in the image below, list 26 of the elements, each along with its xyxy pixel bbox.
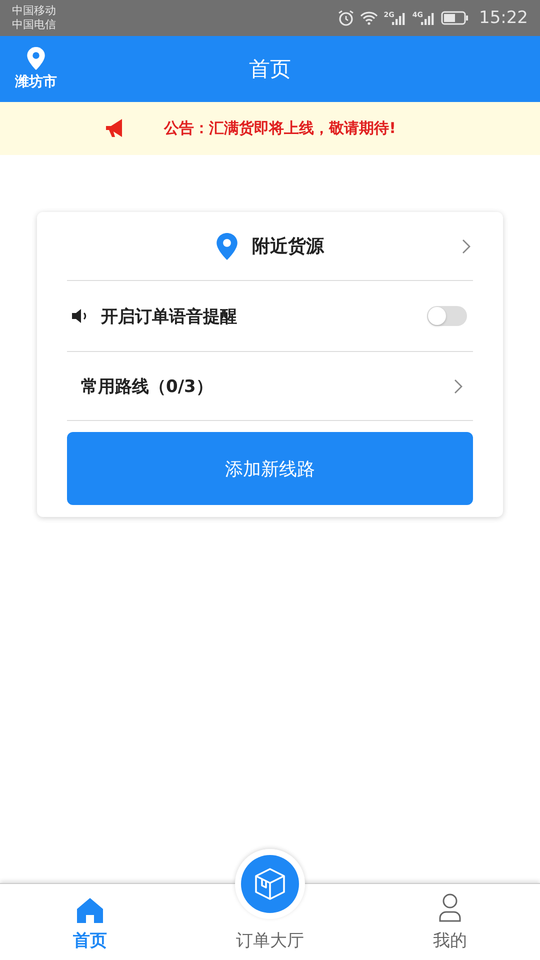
chevron-right-icon [462,238,471,254]
carrier-name: 中国电信 [12,18,56,32]
location-pin-icon [27,47,45,70]
toggle-switch[interactable] [427,306,467,326]
page-title: 首页 [249,57,291,81]
notice-text: 公告：汇满货即将上线，敬请期待! [164,119,396,138]
person-icon [438,893,462,923]
tab-item[interactable]: 首页 [0,884,180,960]
clock-time: 15:22 [479,8,528,28]
routes-link[interactable]: 常用路线（0/3） [67,374,213,398]
location-pin-icon [216,232,238,260]
box-icon[interactable] [235,849,305,919]
add-route-button[interactable]: 添加新线路 [67,432,473,505]
tab-item[interactable]: 我的 [360,884,540,960]
location-button[interactable]: 潍坊市 [0,47,72,91]
nearby-cargo-link[interactable]: 附近货源 [252,234,324,258]
signal-icon [421,11,435,25]
tab-item[interactable]: 订单大厅 [180,884,360,960]
home-icon [76,897,104,923]
voice-alert-label: 开启订单语音提醒 [101,306,237,328]
carrier-name: 中国移动 [12,4,56,18]
alarm-icon [338,10,354,26]
battery-icon [441,11,469,25]
signal-icon [392,11,406,25]
chevron-right-icon [454,378,463,394]
wifi-icon [360,11,378,25]
